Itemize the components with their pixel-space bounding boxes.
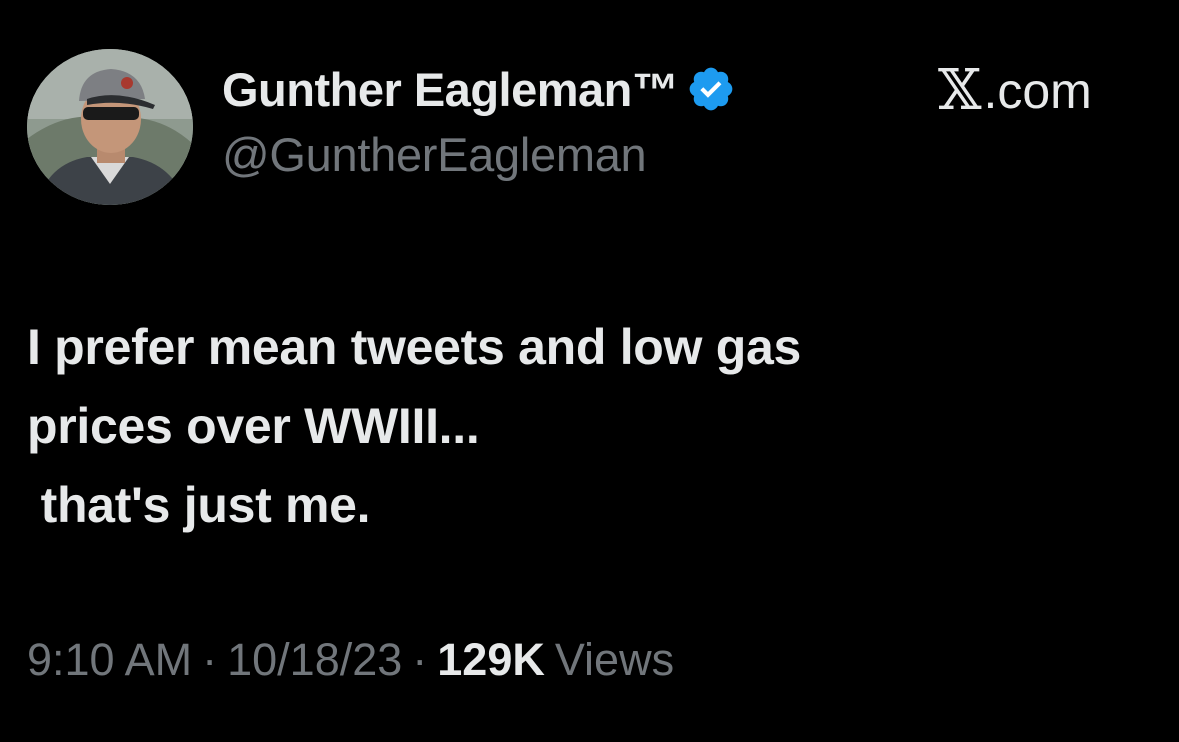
profile-photo-icon [27, 49, 193, 205]
avatar[interactable] [27, 49, 193, 205]
x-logo-icon: 𝕏 [938, 58, 982, 123]
tweet-line: prices over WWIII... [27, 398, 480, 454]
brand-domain: .com [983, 63, 1092, 119]
tweet-date[interactable]: 10/18/23 [227, 634, 402, 686]
x-brand-watermark: 𝕏 .com [938, 60, 1092, 122]
meta-separator: · [202, 634, 218, 685]
tweet-time[interactable]: 9:10 AM [27, 634, 192, 686]
verified-badge-icon [686, 64, 736, 114]
meta-separator: · [412, 634, 428, 685]
views-count[interactable]: 129K [437, 634, 545, 686]
author-handle[interactable]: @GuntherEagleman [222, 127, 647, 182]
tweet-metadata: 9:10 AM · 10/18/23 · 129K Views [27, 634, 674, 686]
tweet-card: Gunther Eagleman™ @GuntherEagleman 𝕏 .co… [0, 0, 1179, 742]
author-display-name[interactable]: Gunther Eagleman™ [222, 62, 679, 117]
tweet-body: I prefer mean tweets and low gas prices … [27, 308, 1147, 545]
views-label: Views [554, 634, 675, 685]
tweet-line: I prefer mean tweets and low gas [27, 319, 801, 375]
tweet-line: that's just me. [27, 477, 371, 533]
author-name-row: Gunther Eagleman™ [222, 58, 736, 120]
